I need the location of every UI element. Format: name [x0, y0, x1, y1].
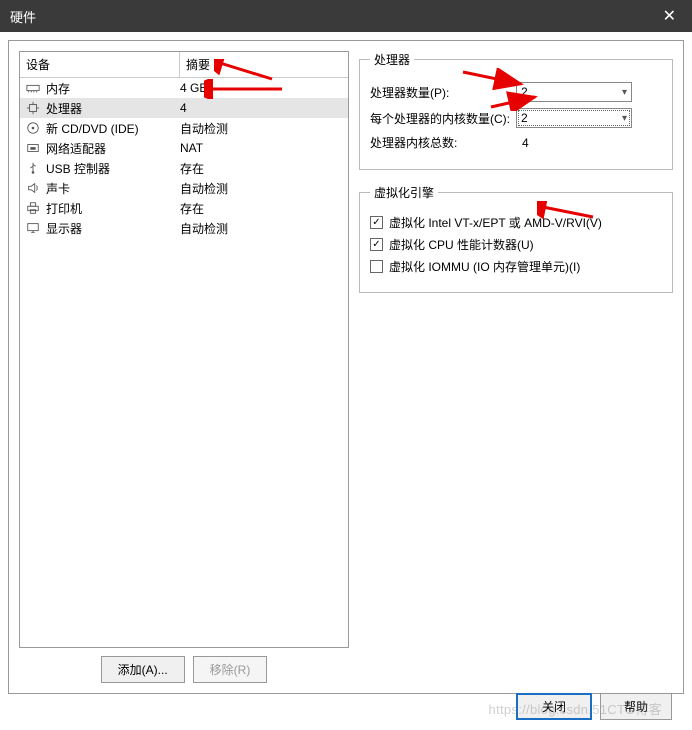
device-summary: 4 — [180, 101, 348, 115]
device-name: 网络适配器 — [46, 140, 180, 157]
device-row[interactable]: 声卡自动检测 — [20, 178, 348, 198]
total-cores-value: 4 — [516, 136, 529, 150]
device-row[interactable]: 处理器4 — [20, 98, 348, 118]
col-device-header[interactable]: 设备 — [20, 52, 180, 77]
sound-icon — [24, 181, 42, 195]
cd-icon — [24, 121, 42, 135]
left-panel: 设备 摘要 内存4 GB处理器4新 CD/DVD (IDE)自动检测网络适配器N… — [19, 51, 349, 683]
device-summary: 自动检测 — [180, 220, 348, 237]
printer-icon — [24, 201, 42, 215]
cores-label: 每个处理器的内核数量(C): — [370, 110, 510, 127]
device-row[interactable]: USB 控制器存在 — [20, 158, 348, 178]
device-summary: NAT — [180, 141, 348, 155]
device-name: USB 控制器 — [46, 160, 180, 177]
device-summary: 存在 — [180, 160, 348, 177]
device-summary: 自动检测 — [180, 180, 348, 197]
device-summary: 自动检测 — [180, 120, 348, 137]
chevron-down-icon: ▾ — [622, 87, 627, 98]
virt-opt3-label: 虚拟化 IOMMU (IO 内存管理单元)(I) — [389, 258, 580, 275]
remove-button[interactable]: 移除(R) — [193, 656, 268, 683]
display-icon — [24, 221, 42, 235]
close-icon[interactable]: ✕ — [657, 6, 682, 26]
device-list: 设备 摘要 内存4 GB处理器4新 CD/DVD (IDE)自动检测网络适配器N… — [19, 51, 349, 648]
list-header: 设备 摘要 — [20, 52, 348, 78]
virt-opt1-row[interactable]: ✓ 虚拟化 Intel VT-x/EPT 或 AMD-V/RVI(V) — [370, 214, 662, 231]
device-name: 新 CD/DVD (IDE) — [46, 120, 180, 137]
left-buttons: 添加(A)... 移除(R) — [19, 656, 349, 683]
processor-group: 处理器 处理器数量(P): 2 ▾ 每个处理器的内核数量(C): 2 ▾ 处理器… — [359, 51, 673, 170]
device-row[interactable]: 显示器自动检测 — [20, 218, 348, 238]
device-name: 内存 — [46, 80, 180, 97]
virtualization-group: 虚拟化引擎 ✓ 虚拟化 Intel VT-x/EPT 或 AMD-V/RVI(V… — [359, 184, 673, 293]
titlebar: 硬件 ✕ — [0, 0, 692, 32]
device-name: 处理器 — [46, 100, 180, 117]
cpu-count-dropdown[interactable]: 2 ▾ — [516, 82, 632, 102]
device-row[interactable]: 打印机存在 — [20, 198, 348, 218]
device-row[interactable]: 网络适配器NAT — [20, 138, 348, 158]
right-panel: 处理器 处理器数量(P): 2 ▾ 每个处理器的内核数量(C): 2 ▾ 处理器… — [359, 51, 673, 683]
device-summary: 存在 — [180, 200, 348, 217]
network-icon — [24, 141, 42, 155]
cpu-count-label: 处理器数量(P): — [370, 84, 510, 101]
cores-dropdown[interactable]: 2 ▾ — [516, 108, 632, 128]
watermark: https://blog.csdn.51CTO博客 — [489, 699, 662, 718]
col-summary-header[interactable]: 摘要 — [180, 52, 348, 77]
memory-icon — [24, 81, 42, 95]
dialog-body: 设备 摘要 内存4 GB处理器4新 CD/DVD (IDE)自动检测网络适配器N… — [8, 40, 684, 694]
virt-opt2-row[interactable]: ✓ 虚拟化 CPU 性能计数器(U) — [370, 236, 662, 253]
cores-value: 2 — [521, 111, 528, 125]
processor-legend: 处理器 — [370, 51, 414, 68]
checkbox-icon[interactable] — [370, 260, 383, 273]
add-button[interactable]: 添加(A)... — [101, 656, 185, 683]
checkbox-icon[interactable]: ✓ — [370, 238, 383, 251]
total-cores-label: 处理器内核总数: — [370, 134, 510, 151]
device-name: 显示器 — [46, 220, 180, 237]
device-row[interactable]: 内存4 GB — [20, 78, 348, 98]
cpu-icon — [24, 101, 42, 115]
usb-icon — [24, 161, 42, 175]
chevron-down-icon: ▾ — [622, 113, 627, 124]
virt-opt1-label: 虚拟化 Intel VT-x/EPT 或 AMD-V/RVI(V) — [389, 214, 602, 231]
virt-opt3-row[interactable]: 虚拟化 IOMMU (IO 内存管理单元)(I) — [370, 258, 662, 275]
device-summary: 4 GB — [180, 81, 348, 95]
cpu-count-value: 2 — [521, 85, 528, 99]
device-name: 声卡 — [46, 180, 180, 197]
device-name: 打印机 — [46, 200, 180, 217]
device-row[interactable]: 新 CD/DVD (IDE)自动检测 — [20, 118, 348, 138]
window-title: 硬件 — [10, 7, 36, 26]
virtualization-legend: 虚拟化引擎 — [370, 184, 438, 201]
virt-opt2-label: 虚拟化 CPU 性能计数器(U) — [389, 236, 534, 253]
checkbox-icon[interactable]: ✓ — [370, 216, 383, 229]
